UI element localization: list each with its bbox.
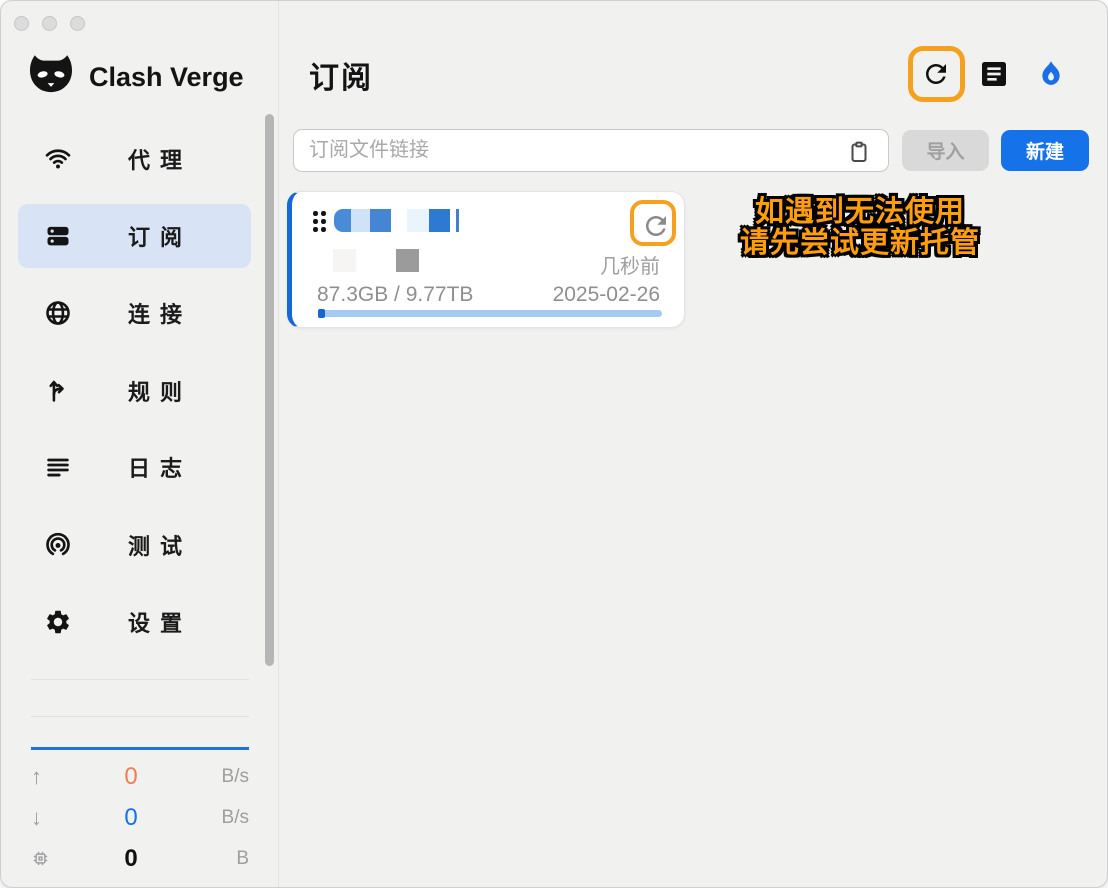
memory-chip-icon xyxy=(31,849,57,868)
traffic-stat-unit: B xyxy=(205,848,249,870)
sidebar-item-logs[interactable]: 日志 xyxy=(18,435,251,499)
profile-expiry-date: 2025-02-26 xyxy=(553,283,660,307)
sidebar-item-label: 设置 xyxy=(128,606,192,638)
download-stat-row: ↓ 0 B/s xyxy=(15,797,255,838)
redacted-profile-meta xyxy=(318,249,419,272)
subscription-url-input[interactable] xyxy=(293,129,889,172)
view-runtime-config-button[interactable] xyxy=(978,58,1010,90)
traffic-graph-baseline xyxy=(31,747,249,750)
flame-icon xyxy=(1036,59,1066,89)
upload-stat-row: ↑ 0 B/s xyxy=(15,756,255,797)
new-profile-button[interactable]: 新建 xyxy=(1001,130,1089,171)
app-window: Clash Verge 代理 xyxy=(0,0,1108,888)
page-title: 订阅 xyxy=(309,53,373,97)
traffic-progress-bar xyxy=(318,310,662,317)
main-panel: 订阅 导入 新建 xyxy=(279,1,1108,888)
scrollbar-thumb[interactable] xyxy=(265,114,274,666)
sidebar-item-settings[interactable]: 设置 xyxy=(18,590,251,654)
document-icon xyxy=(978,58,1010,90)
sidebar-item-connections[interactable]: 连接 xyxy=(18,281,251,345)
memory-stat-row: 0 B xyxy=(15,838,255,879)
sidebar-item-label: 规则 xyxy=(128,375,192,407)
traffic-stat-unit: B/s xyxy=(205,807,249,829)
sidebar-item-label: 测试 xyxy=(128,529,192,561)
sidebar-item-label: 日志 xyxy=(128,451,192,483)
sidebar-item-label: 订阅 xyxy=(128,220,192,252)
annotation-line-1: 如遇到无法使用 xyxy=(699,197,1021,228)
sidebar-item-test[interactable]: 测试 xyxy=(18,513,251,577)
sidebar-item-rules[interactable]: 规则 xyxy=(18,359,251,423)
clash-core-button[interactable] xyxy=(1036,59,1066,89)
import-button[interactable]: 导入 xyxy=(902,130,989,171)
sidebar: Clash Verge 代理 xyxy=(1,1,278,888)
wifi-icon xyxy=(44,145,72,173)
profile-card[interactable]: 几秒前 87.3GB / 9.77TB 2025-02-26 xyxy=(287,191,685,328)
clipboard-icon xyxy=(847,139,871,165)
sidebar-divider xyxy=(31,716,249,717)
traffic-progress-fill xyxy=(318,309,325,318)
arrow-up-icon: ↑ xyxy=(31,764,57,790)
arrow-down-icon: ↓ xyxy=(31,805,57,831)
fork-right-icon xyxy=(44,377,72,405)
app-brand: Clash Verge xyxy=(27,53,244,102)
globe-icon xyxy=(44,299,72,327)
sidebar-item-label: 代理 xyxy=(128,143,192,175)
annotation-tip-text: 如遇到无法使用 请先尝试更新托管 xyxy=(699,197,1021,259)
refresh-icon xyxy=(641,211,671,241)
traffic-stat-value: 0 xyxy=(57,845,205,873)
refresh-icon xyxy=(921,59,951,89)
profile-traffic-usage: 87.3GB / 9.77TB xyxy=(317,283,473,307)
subscription-icon xyxy=(44,222,72,250)
signal-test-icon xyxy=(44,531,72,559)
app-title: Clash Verge xyxy=(89,62,244,93)
traffic-stat-value: 0 xyxy=(57,763,205,791)
logs-icon xyxy=(44,453,72,481)
cat-logo-icon xyxy=(27,53,75,102)
redacted-profile-name xyxy=(334,209,459,232)
traffic-stat-unit: B/s xyxy=(205,766,249,788)
paste-from-clipboard-button[interactable] xyxy=(847,139,871,165)
gear-icon xyxy=(44,608,72,636)
profile-updated-ago: 几秒前 xyxy=(600,250,660,279)
annotation-line-2: 请先尝试更新托管 xyxy=(699,228,1021,259)
refresh-all-profiles-button[interactable] xyxy=(921,59,951,89)
sidebar-item-proxies[interactable]: 代理 xyxy=(18,127,251,191)
drag-handle-icon[interactable] xyxy=(313,211,326,232)
traffic-stat-value: 0 xyxy=(57,804,205,832)
sidebar-item-subscriptions[interactable]: 订阅 xyxy=(18,204,251,268)
update-profile-button[interactable] xyxy=(641,211,671,241)
sidebar-item-label: 连接 xyxy=(128,297,192,329)
sidebar-divider xyxy=(31,679,249,680)
